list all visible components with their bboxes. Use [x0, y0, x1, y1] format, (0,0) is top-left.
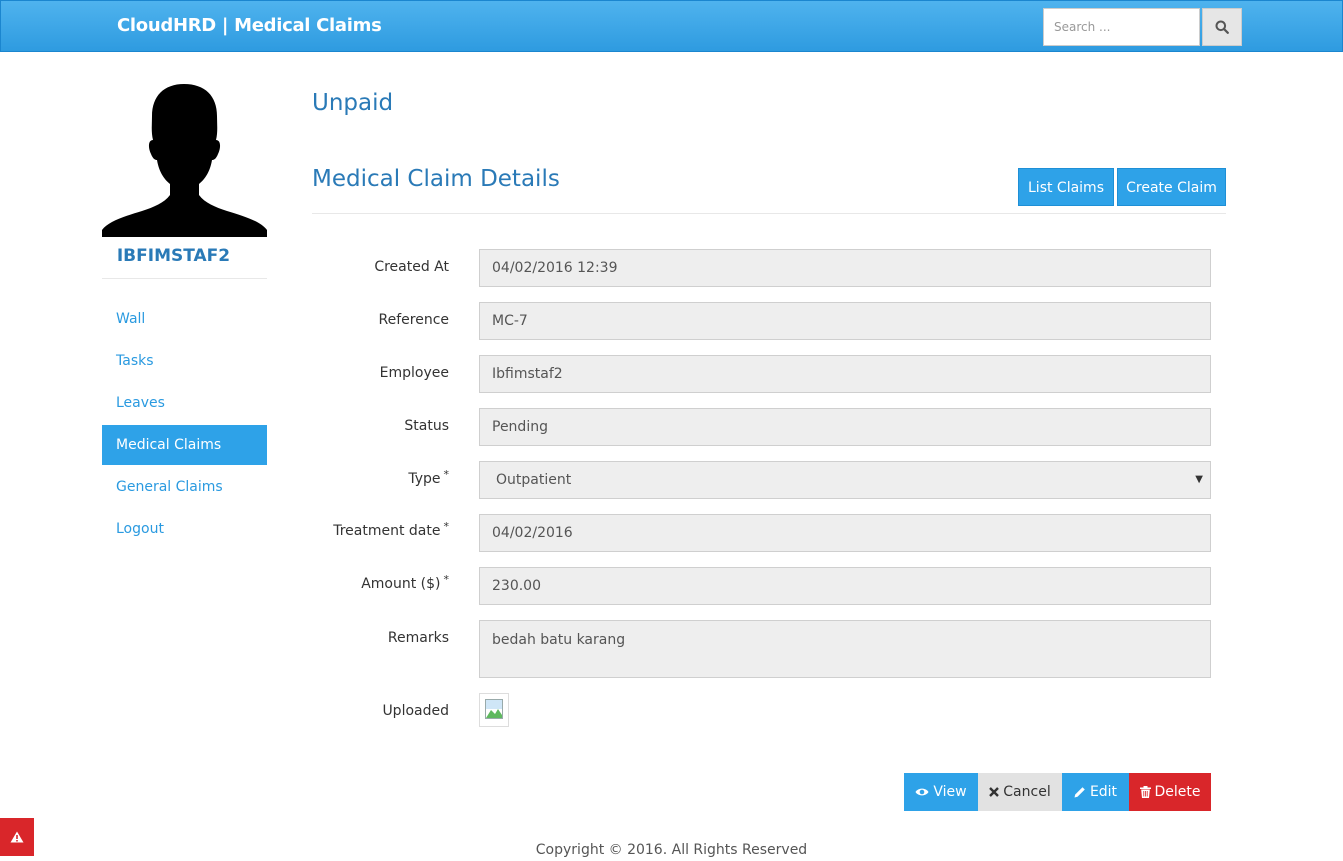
created-at-field[interactable]: 04/02/2016 12:39: [479, 249, 1211, 287]
view-button-label: View: [933, 784, 967, 800]
claim-status-heading: Unpaid: [312, 90, 394, 116]
cancel-button[interactable]: Cancel: [978, 773, 1062, 811]
employee-label: Employee: [379, 365, 449, 381]
list-claims-button[interactable]: List Claims: [1018, 168, 1114, 206]
search-icon: [1215, 20, 1229, 34]
employee-field[interactable]: Ibfimstaf2: [479, 355, 1211, 393]
amount-label-row: Amount ($) *: [300, 573, 450, 592]
footer-copyright: Copyright © 2016. All Rights Reserved: [535, 842, 808, 858]
top-navbar: CloudHRD | Medical Claims: [0, 0, 1343, 52]
sidebar-item-tasks[interactable]: Tasks: [102, 341, 267, 381]
type-label-row: Type *: [300, 468, 450, 487]
delete-button[interactable]: Delete: [1129, 773, 1211, 811]
sidebar-item-general-claims[interactable]: General Claims: [102, 467, 267, 507]
sidebar-item-leaves[interactable]: Leaves: [102, 383, 267, 423]
broken-image-icon: [485, 699, 503, 719]
pencil-icon: [1074, 787, 1085, 798]
sidebar-item-medical-claims[interactable]: Medical Claims: [102, 425, 267, 465]
uploaded-label: Uploaded: [382, 703, 449, 719]
view-button[interactable]: View: [904, 773, 978, 811]
search-button[interactable]: [1202, 8, 1242, 46]
sidebar-item-logout[interactable]: Logout: [102, 509, 267, 549]
edit-button[interactable]: Edit: [1062, 773, 1129, 811]
sidebar-item-wall[interactable]: Wall: [102, 299, 267, 339]
warning-icon: [10, 831, 24, 843]
remarks-textarea[interactable]: bedah batu karang: [479, 620, 1211, 678]
treatment-date-field[interactable]: 04/02/2016: [479, 514, 1211, 552]
created-at-label: Created At: [374, 259, 449, 275]
trash-icon: [1139, 786, 1151, 798]
reference-label: Reference: [378, 312, 450, 328]
required-marker: *: [443, 520, 450, 533]
type-select[interactable]: Outpatient ▼: [479, 461, 1211, 499]
required-marker: *: [443, 468, 450, 481]
eye-icon: [915, 788, 929, 796]
status-label: Status: [404, 418, 449, 434]
uploaded-image-thumbnail[interactable]: [479, 693, 509, 727]
chevron-down-icon: ▼: [1195, 474, 1203, 485]
avatar: [102, 84, 267, 237]
sidebar-divider: [102, 278, 267, 279]
title-divider: [312, 213, 1226, 214]
delete-button-label: Delete: [1154, 784, 1201, 800]
alert-button[interactable]: [0, 818, 34, 856]
type-select-value: Outpatient: [496, 472, 572, 488]
required-marker: *: [443, 573, 450, 586]
search-input[interactable]: [1043, 8, 1200, 46]
times-icon: [989, 787, 1000, 797]
create-claim-button[interactable]: Create Claim: [1117, 168, 1226, 206]
treatment-date-label: Treatment date: [333, 523, 441, 539]
cancel-button-label: Cancel: [1003, 784, 1051, 800]
page-title: Medical Claim Details: [312, 166, 560, 192]
username: IBFIMSTAF2: [116, 246, 231, 266]
amount-field[interactable]: 230.00: [479, 567, 1211, 605]
treatment-date-label-row: Treatment date *: [300, 520, 450, 539]
amount-label: Amount ($): [361, 576, 441, 592]
type-label: Type: [408, 471, 441, 487]
reference-field[interactable]: MC-7: [479, 302, 1211, 340]
status-field[interactable]: Pending: [479, 408, 1211, 446]
edit-button-label: Edit: [1089, 784, 1118, 800]
app-brand[interactable]: CloudHRD | Medical Claims: [117, 15, 382, 36]
remarks-label: Remarks: [387, 630, 449, 646]
